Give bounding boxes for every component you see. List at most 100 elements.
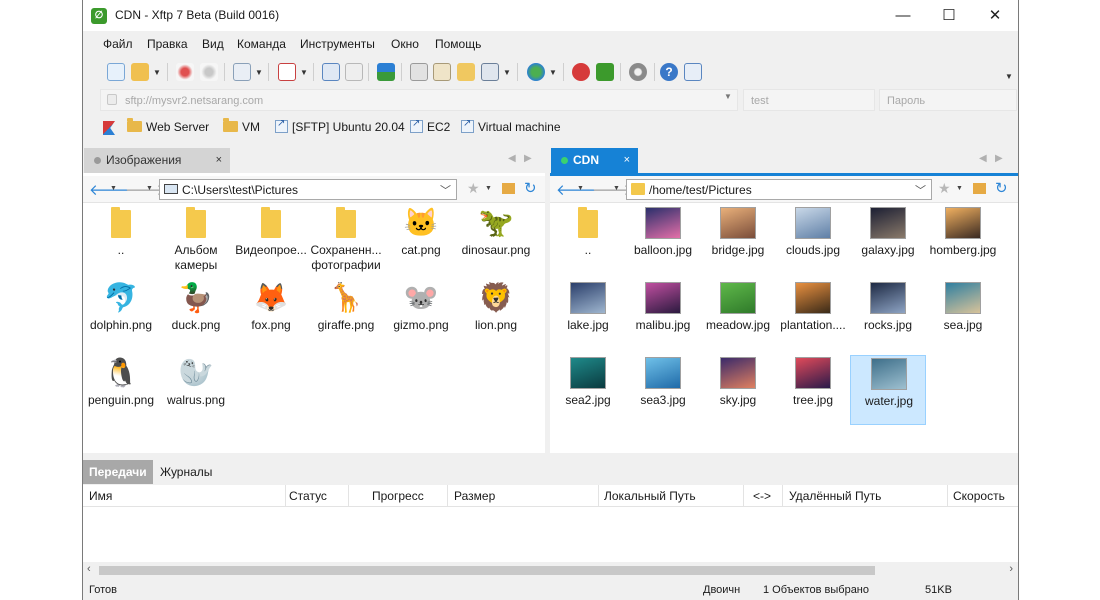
col-direction[interactable]: <->	[753, 489, 771, 503]
file-item[interactable]: galaxy.jpg	[850, 205, 926, 275]
paste-icon[interactable]	[433, 63, 451, 81]
tab-next-icon[interactable]: ▶	[995, 153, 1003, 164]
tab-transfers[interactable]: Передачи	[83, 460, 153, 484]
bookmark-star-icon[interactable]: ★	[938, 180, 951, 197]
chevron-down-icon[interactable]: ﹀	[440, 182, 451, 198]
globe-icon[interactable]	[527, 63, 545, 81]
file-item[interactable]: rocks.jpg	[850, 280, 926, 350]
file-item[interactable]: lake.jpg	[550, 280, 626, 350]
password-input[interactable]: Пароль	[879, 89, 1017, 111]
file-item[interactable]: 🦁 lion.png	[458, 280, 534, 350]
file-item[interactable]: sea.jpg	[925, 280, 1001, 350]
transfer-mode[interactable]: Двоичн	[703, 584, 740, 596]
file-item[interactable]: balloon.jpg	[625, 205, 701, 275]
file-item[interactable]: 🦭 walrus.png	[158, 355, 234, 425]
copy-icon[interactable]	[410, 63, 428, 81]
column-divider[interactable]	[285, 485, 286, 507]
tab-cdn[interactable]: CDN ×	[551, 148, 638, 173]
file-item[interactable]: 🐧 penguin.png	[83, 355, 159, 425]
download-icon[interactable]	[345, 63, 363, 81]
file-item[interactable]: sea3.jpg	[625, 355, 701, 425]
menu-command[interactable]: Команда	[237, 37, 286, 51]
scroll-thumb[interactable]	[99, 566, 875, 575]
tab-prev-icon[interactable]: ◀	[979, 153, 987, 164]
help-icon[interactable]: ?	[660, 63, 678, 81]
col-progress[interactable]: Прогресс	[372, 489, 424, 503]
minimize-button[interactable]: —	[880, 0, 926, 31]
reconnect-icon[interactable]	[200, 63, 218, 81]
host-input[interactable]: sftp://mysvr2.netsarang.com	[100, 89, 738, 111]
file-item[interactable]: plantation....	[775, 280, 851, 350]
link-virtual-machine[interactable]: Virtual machine	[461, 118, 561, 136]
links-bookmark-icon[interactable]	[103, 121, 115, 135]
file-item[interactable]: tree.jpg	[775, 355, 851, 425]
maximize-button[interactable]: ☐	[926, 0, 972, 31]
close-button[interactable]: ✕	[972, 0, 1018, 31]
transfer-list[interactable]	[83, 507, 1018, 563]
disconnect-icon[interactable]	[176, 63, 194, 81]
col-name[interactable]: Имя	[89, 489, 112, 503]
terminal-icon[interactable]	[278, 63, 296, 81]
properties-dropdown-icon[interactable]: ▼	[255, 68, 263, 77]
globe-dropdown-icon[interactable]: ▼	[549, 68, 557, 77]
link-vm[interactable]: VM	[223, 118, 260, 136]
column-divider[interactable]	[348, 485, 349, 507]
view-dropdown-icon[interactable]: ▼	[503, 68, 511, 77]
col-size[interactable]: Размер	[454, 489, 495, 503]
home-icon[interactable]	[973, 183, 986, 194]
bookmark-dropdown-icon[interactable]: ▼	[956, 185, 963, 192]
column-divider[interactable]	[782, 485, 783, 507]
link-web-server[interactable]: Web Server	[127, 118, 209, 136]
column-divider[interactable]	[947, 485, 948, 507]
col-remote-path[interactable]: Удалённый Путь	[789, 489, 881, 503]
new-session-icon[interactable]	[107, 63, 125, 81]
scroll-left-icon[interactable]: ‹	[87, 563, 91, 575]
column-divider[interactable]	[447, 485, 448, 507]
session-properties-icon[interactable]	[233, 63, 251, 81]
open-folder-icon[interactable]	[131, 63, 149, 81]
file-item[interactable]: clouds.jpg	[775, 205, 851, 275]
file-item[interactable]: 🐱 cat.png	[383, 205, 459, 275]
col-local-path[interactable]: Локальный Путь	[604, 489, 696, 503]
file-item[interactable]: 🐬 dolphin.png	[83, 280, 159, 350]
menu-help[interactable]: Помощь	[435, 37, 481, 51]
move-icon[interactable]	[457, 63, 475, 81]
local-path-input[interactable]: C:\Users\test\Pictures ﹀	[159, 179, 457, 200]
back-dropdown-icon[interactable]: ▼	[110, 185, 117, 192]
scroll-right-icon[interactable]: ›	[1009, 563, 1013, 575]
tab-close-icon[interactable]: ×	[624, 148, 630, 173]
folder-item[interactable]: Сохраненн... фотографии	[308, 205, 384, 275]
column-divider[interactable]	[743, 485, 744, 507]
file-item[interactable]: bridge.jpg	[700, 205, 776, 275]
open-dropdown-icon[interactable]: ▼	[153, 68, 161, 77]
username-input[interactable]: test	[743, 89, 875, 111]
folder-item[interactable]: Альбом камеры	[158, 205, 234, 275]
folder-item[interactable]: ..	[83, 205, 159, 275]
remote-path-input[interactable]: /home/test/Pictures ﹀	[626, 179, 932, 200]
view-mode-icon[interactable]	[481, 63, 499, 81]
refresh-icon[interactable]: ↻	[995, 179, 1008, 197]
settings-icon[interactable]	[629, 63, 647, 81]
chevron-down-icon[interactable]: ﹀	[915, 182, 926, 198]
chat-icon[interactable]	[684, 63, 702, 81]
file-item[interactable]: 🦆 duck.png	[158, 280, 234, 350]
file-item[interactable]: 🦖 dinosaur.png	[458, 205, 534, 275]
home-icon[interactable]	[502, 183, 515, 194]
menu-tools[interactable]: Инструменты	[300, 37, 375, 51]
col-status[interactable]: Статус	[289, 489, 327, 503]
file-item[interactable]: sea2.jpg	[550, 355, 626, 425]
file-item[interactable]: 🦒 giraffe.png	[308, 280, 384, 350]
menu-edit[interactable]: Правка	[147, 37, 188, 51]
tab-close-icon[interactable]: ×	[216, 148, 222, 173]
menu-window[interactable]: Окно	[391, 37, 419, 51]
tab-next-icon[interactable]: ▶	[524, 153, 532, 164]
menu-view[interactable]: Вид	[202, 37, 224, 51]
terminal-dropdown-icon[interactable]: ▼	[300, 68, 308, 77]
file-item[interactable]: meadow.jpg	[700, 280, 776, 350]
forward-dropdown-icon[interactable]: ▼	[146, 185, 153, 192]
xshell-icon[interactable]	[572, 63, 590, 81]
column-divider[interactable]	[598, 485, 599, 507]
tab-prev-icon[interactable]: ◀	[508, 153, 516, 164]
file-item[interactable]: homberg.jpg	[925, 205, 1001, 275]
tab-logs[interactable]: Журналы	[154, 460, 218, 484]
